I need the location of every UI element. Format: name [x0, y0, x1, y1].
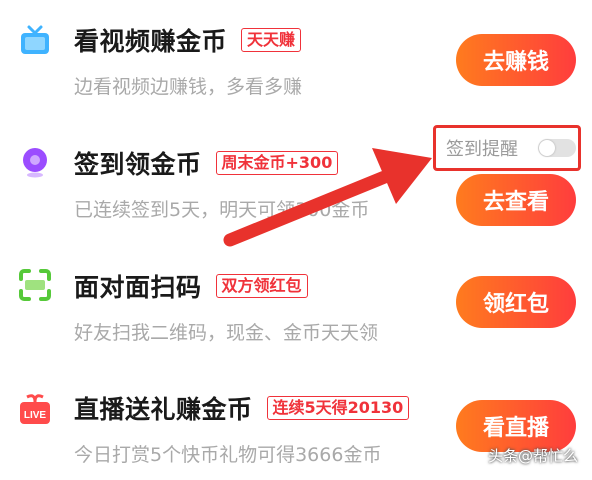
annotation-arrow — [223, 148, 432, 247]
reminder-toggle[interactable] — [538, 139, 576, 157]
check-in-reminder: 签到提醒 — [433, 125, 581, 171]
watermark: 头条@帮忙么 — [487, 447, 578, 465]
toggle-knob — [539, 140, 555, 156]
reminder-label: 签到提醒 — [446, 139, 518, 160]
